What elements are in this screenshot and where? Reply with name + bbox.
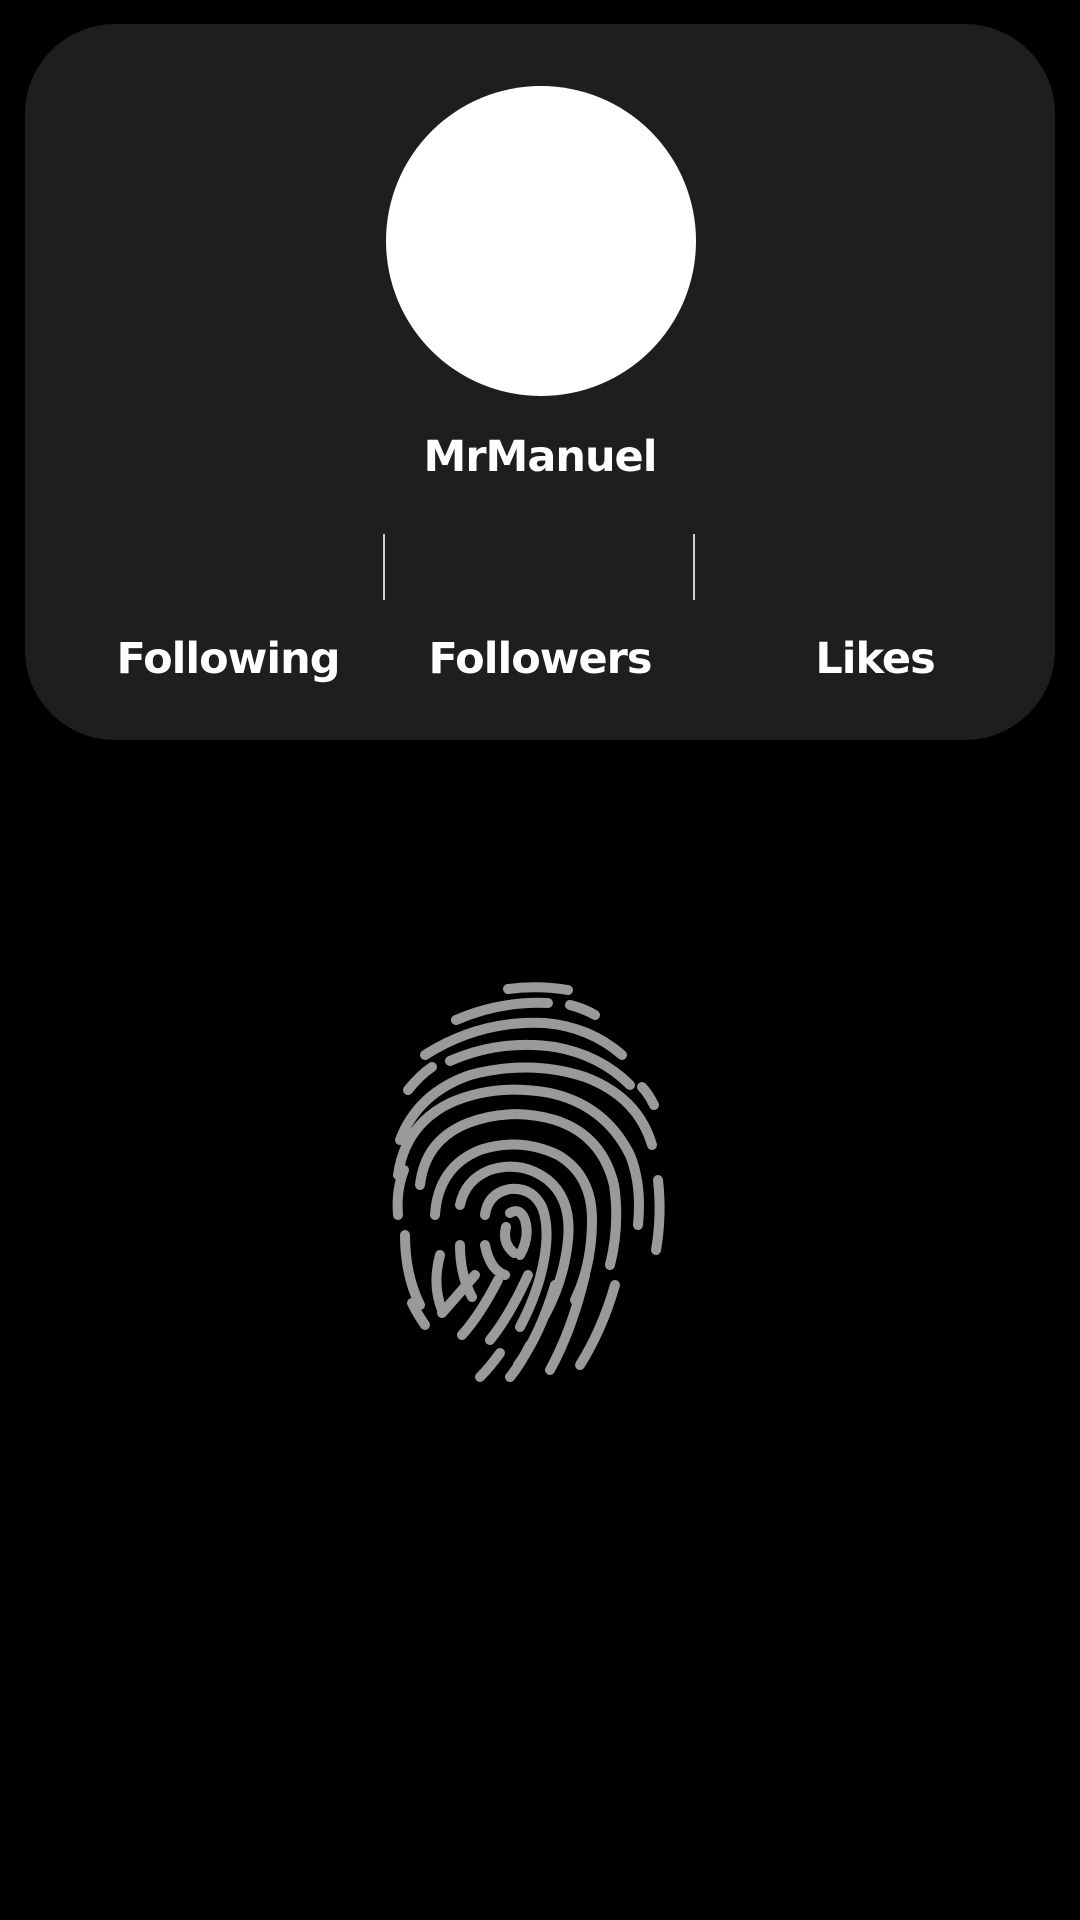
avatar[interactable]: [386, 86, 696, 396]
likes-stat[interactable]: Likes: [725, 634, 1025, 684]
profile-card: MrManuel Following Followers Likes: [25, 24, 1055, 740]
fingerprint-icon[interactable]: [380, 975, 700, 1395]
stats-divider: [383, 534, 385, 600]
followers-stat[interactable]: Followers: [390, 634, 690, 684]
username: MrManuel: [423, 432, 658, 482]
stats-divider: [693, 534, 695, 600]
following-stat[interactable]: Following: [78, 634, 378, 684]
